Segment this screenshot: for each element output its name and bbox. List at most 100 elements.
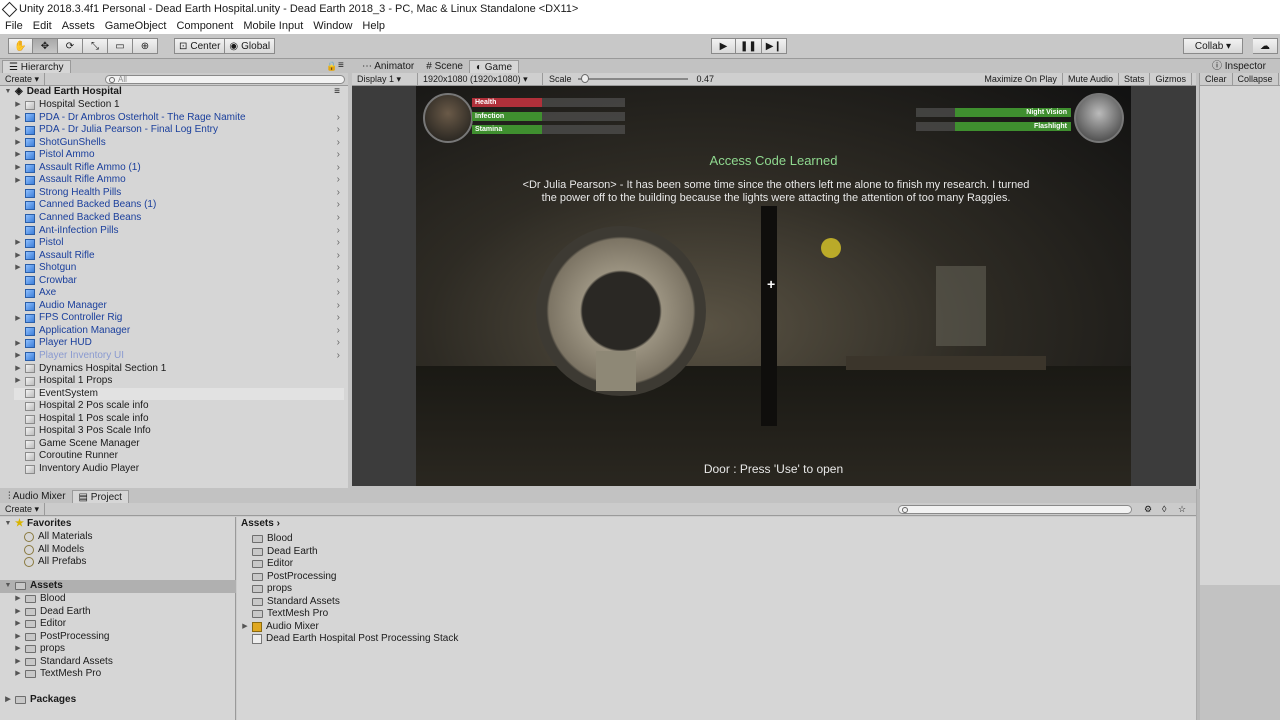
hierarchy-item[interactable]: Canned Backed Beans (1) › <box>14 199 344 212</box>
game-option-3[interactable]: Gizmos <box>1150 72 1192 86</box>
game-option-0[interactable]: Maximize On Play <box>979 72 1063 86</box>
expand-arrow-icon[interactable] <box>14 465 22 473</box>
expand-arrow-icon[interactable]: ▶ <box>14 177 22 185</box>
expand-arrow-icon[interactable]: ▶ <box>14 340 22 348</box>
menu-item-6[interactable]: Window <box>308 20 357 32</box>
hierarchy-item[interactable]: ▶ Assault Rifle › <box>14 250 344 263</box>
expand-arrow-icon[interactable] <box>14 428 22 436</box>
scene-root[interactable]: ▼ ◈ Dead Earth Hospital ≡ <box>4 86 344 99</box>
expand-arrow-icon[interactable] <box>241 548 249 556</box>
hierarchy-item[interactable]: Hospital 2 Pos scale info <box>14 400 344 413</box>
project-content-item[interactable]: Standard Assets <box>241 596 340 609</box>
filter-type-icon[interactable]: ⚙ <box>1144 504 1152 515</box>
expand-arrow-icon[interactable]: ▶ <box>14 608 22 616</box>
hierarchy-item[interactable]: Ant-iInfection Pills › <box>14 225 344 238</box>
expand-arrow-icon[interactable]: ▶ <box>14 352 22 360</box>
expand-arrow-icon[interactable] <box>14 390 22 398</box>
expand-arrow-icon[interactable]: ▼ <box>4 582 12 590</box>
asset-folder-item[interactable]: ▶ Editor <box>14 618 66 631</box>
chevron-right-icon[interactable]: › <box>337 174 340 187</box>
hierarchy-item[interactable]: Crowbar › <box>14 275 344 288</box>
expand-arrow-icon[interactable]: ▶ <box>14 595 22 603</box>
chevron-right-icon[interactable]: › <box>337 262 340 275</box>
project-content-item[interactable]: TextMesh Pro <box>241 608 328 621</box>
expand-arrow-icon[interactable] <box>241 535 249 543</box>
asset-folder-item[interactable]: ▶ Dead Earth <box>14 606 90 619</box>
asset-folder-item[interactable]: ▶ TextMesh Pro <box>14 668 101 681</box>
hierarchy-item[interactable]: ▶ FPS Controller Rig › <box>14 312 344 325</box>
menu-item-5[interactable]: Mobile Input <box>238 20 308 32</box>
expand-arrow-icon[interactable]: ▶ <box>14 315 22 323</box>
breadcrumb[interactable]: Assets › <box>241 518 280 529</box>
chevron-right-icon[interactable]: › <box>337 287 340 300</box>
chevron-right-icon[interactable]: › <box>337 237 340 250</box>
expand-arrow-icon[interactable] <box>14 189 22 197</box>
expand-arrow-icon[interactable]: ▶ <box>14 239 22 247</box>
expand-arrow-icon[interactable]: ▶ <box>14 126 22 134</box>
expand-arrow-icon[interactable]: ▶ <box>14 139 22 147</box>
collapse-button[interactable]: Collapse <box>1233 72 1279 86</box>
menu-item-4[interactable]: Component <box>171 20 238 32</box>
asset-folder-item[interactable]: ▶ Blood <box>14 593 65 606</box>
chevron-right-icon[interactable]: › <box>337 112 340 125</box>
expand-arrow-icon[interactable] <box>241 598 249 606</box>
tab-hierarchy[interactable]: ☰ Hierarchy <box>2 60 71 73</box>
asset-folder-item[interactable]: ▶ Standard Assets <box>14 656 113 669</box>
pivot-center-button[interactable]: ⊡ Center <box>174 38 226 54</box>
expand-arrow-icon[interactable] <box>241 610 249 618</box>
expand-arrow-icon[interactable]: ▶ <box>14 151 22 159</box>
chevron-right-icon[interactable]: › <box>337 199 340 212</box>
menu-item-0[interactable]: File <box>0 20 28 32</box>
resolution-select[interactable]: 1920x1080 (1920x1080) ▾ <box>418 72 543 86</box>
hierarchy-item[interactable]: ▶ Shotgun › <box>14 262 344 275</box>
expand-arrow-icon[interactable]: ▶ <box>14 365 22 373</box>
favorites-header[interactable]: ▼ ★ Favorites <box>4 518 72 531</box>
expand-arrow-icon[interactable]: ▶ <box>14 645 22 653</box>
hierarchy-search-input[interactable]: All <box>105 74 346 84</box>
hierarchy-item[interactable]: ▶ PDA - Dr Julia Pearson - Final Log Entr… <box>14 124 344 137</box>
hierarchy-item[interactable]: Strong Health Pills › <box>14 187 344 200</box>
hierarchy-item[interactable]: Audio Manager › <box>14 300 344 313</box>
chevron-right-icon[interactable]: › <box>337 300 340 313</box>
chevron-right-icon[interactable]: › <box>337 350 340 363</box>
favorite-item[interactable]: All Prefabs <box>24 556 86 569</box>
expand-arrow-icon[interactable] <box>14 214 22 222</box>
hierarchy-item[interactable]: Inventory Audio Player <box>14 463 344 476</box>
expand-arrow-icon[interactable]: ▼ <box>4 88 12 96</box>
expand-arrow-icon[interactable] <box>14 440 22 448</box>
hierarchy-item[interactable]: ▶ PDA - Dr Ambros Osterholt - The Rage Na… <box>14 112 344 125</box>
project-content-item[interactable]: Dead Earth Hospital Post Processing Stac… <box>241 633 458 646</box>
expand-arrow-icon[interactable] <box>14 227 22 235</box>
project-content-item[interactable]: PostProcessing <box>241 571 336 584</box>
expand-arrow-icon[interactable]: ▶ <box>14 377 22 385</box>
game-option-1[interactable]: Mute Audio <box>1063 72 1119 86</box>
project-content-item[interactable]: Blood <box>241 533 293 546</box>
filter-label-icon[interactable]: ◊ <box>1162 504 1166 514</box>
hierarchy-item[interactable]: ▶ Player Inventory UI › <box>14 350 344 363</box>
chevron-right-icon[interactable]: › <box>337 325 340 338</box>
expand-arrow-icon[interactable]: ▶ <box>14 633 22 641</box>
rect-tool-button[interactable]: ▭ <box>108 38 133 54</box>
project-content-item[interactable]: props <box>241 583 292 596</box>
expand-arrow-icon[interactable]: ▶ <box>241 623 249 631</box>
scale-slider-handle[interactable] <box>580 74 589 83</box>
scene-menu-icon[interactable]: ≡ <box>334 86 340 99</box>
expand-arrow-icon[interactable] <box>14 202 22 210</box>
hierarchy-item[interactable]: Axe › <box>14 287 344 300</box>
expand-arrow-icon[interactable] <box>241 560 249 568</box>
game-view[interactable]: Health Infection Stamina Night Vision Flash… <box>352 86 1196 486</box>
pause-button[interactable]: ❚❚ <box>736 38 762 54</box>
hierarchy-create-button[interactable]: Create ▾ <box>0 72 46 86</box>
expand-arrow-icon[interactable] <box>14 277 22 285</box>
tab-scene[interactable]: # Scene <box>420 60 469 73</box>
scale-slider[interactable] <box>577 74 688 83</box>
collab-button[interactable]: Collab ▾ <box>1183 38 1243 54</box>
expand-arrow-icon[interactable] <box>241 635 249 643</box>
favorite-star-icon[interactable]: ☆ <box>1178 504 1186 515</box>
expand-arrow-icon[interactable]: ▶ <box>14 670 22 678</box>
chevron-right-icon[interactable]: › <box>337 212 340 225</box>
hierarchy-item[interactable]: ▶ Player HUD › <box>14 337 344 350</box>
expand-arrow-icon[interactable] <box>241 585 249 593</box>
scale-tool-button[interactable]: ⤡ <box>83 38 108 54</box>
rotate-tool-button[interactable]: ⟳ <box>58 38 83 54</box>
